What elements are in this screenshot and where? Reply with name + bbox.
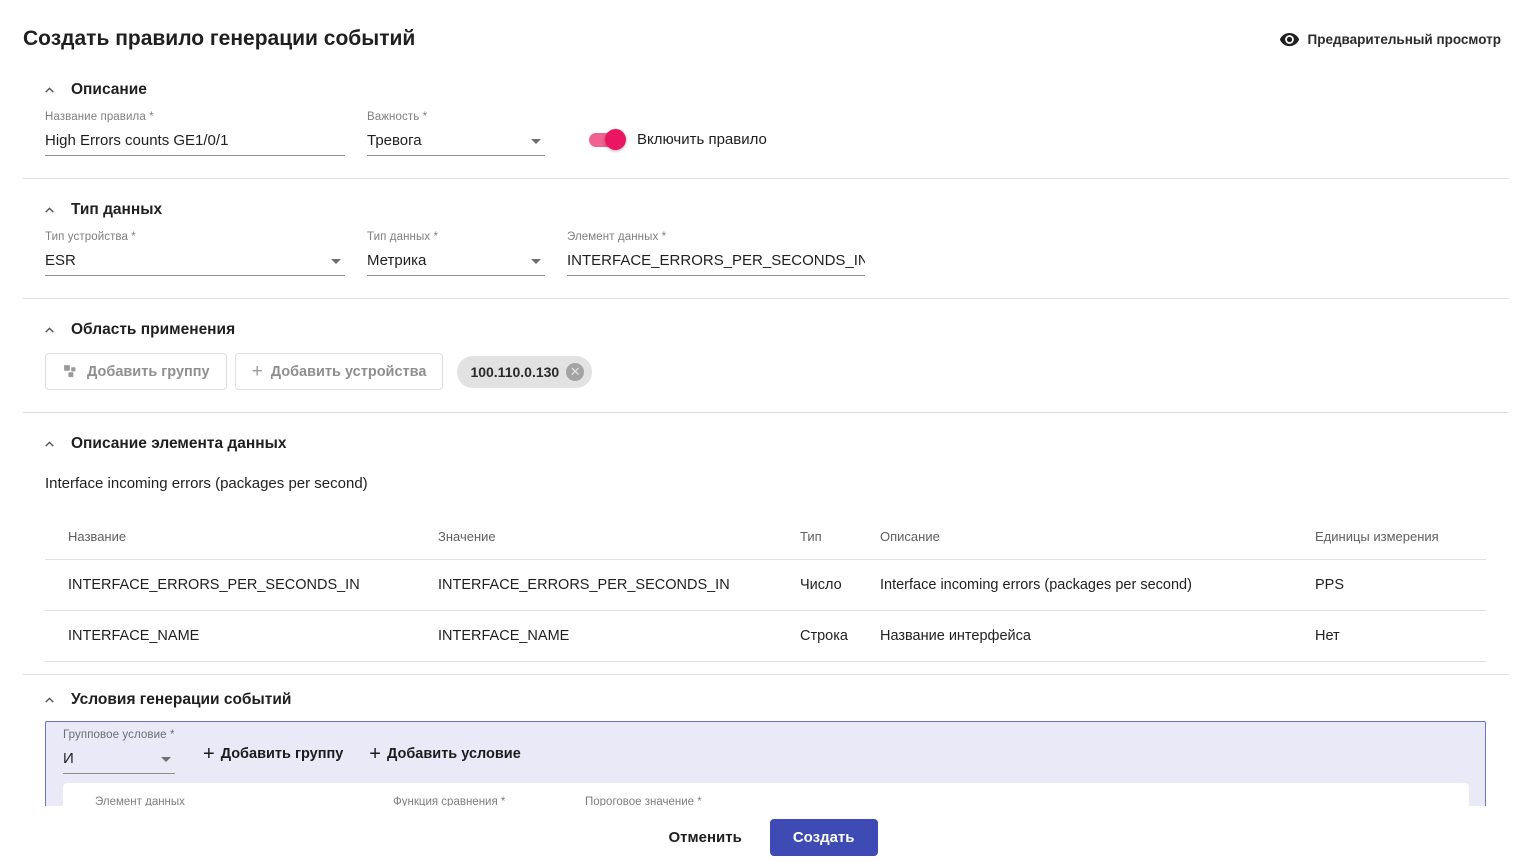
divider (23, 412, 1509, 413)
section-description-header: Описание (41, 81, 1509, 99)
table-header-row: Название Значение Тип Описание Единицы и… (45, 514, 1486, 560)
rule-name-label: Название правила * (45, 111, 345, 123)
col-header-type: Тип (777, 514, 857, 560)
data-element-field[interactable]: Элемент данных * INTERFACE_ERRORS_PER_SE… (567, 231, 865, 276)
table-row: INTERFACE_ERRORS_PER_SECONDS_IN INTERFAC… (45, 560, 1486, 611)
device-type-value[interactable]: ESR (45, 247, 345, 276)
chevron-up-icon[interactable] (41, 692, 57, 708)
device-chip: 100.110.0.130 ✕ (457, 356, 592, 388)
conditions-toolbar: Групповое условие * И + Добавить группу … (63, 729, 1469, 774)
chevron-up-icon[interactable] (41, 82, 57, 98)
col-header-description: Описание (857, 514, 1292, 560)
cancel-button[interactable]: Отменить (655, 820, 756, 855)
cell-description: Interface incoming errors (packages per … (857, 560, 1292, 611)
dropdown-arrow-icon (531, 259, 541, 264)
col-header-units: Единицы измерения (1292, 514, 1486, 560)
add-devices-button[interactable]: + Добавить устройства (235, 353, 444, 390)
severity-label: Важность * (367, 111, 545, 123)
cell-value: INTERFACE_ERRORS_PER_SECONDS_IN (415, 560, 777, 611)
data-element-label: Элемент данных * (567, 231, 865, 243)
eye-icon (1279, 29, 1300, 50)
toggle-track[interactable] (589, 133, 623, 147)
add-condition-group-label: Добавить группу (221, 746, 344, 762)
section-scope-header: Область применения (41, 321, 1509, 339)
cell-name: INTERFACE_ERRORS_PER_SECONDS_IN (45, 560, 415, 611)
element-meta-table: Название Значение Тип Описание Единицы и… (45, 514, 1486, 662)
add-group-label: Добавить группу (87, 364, 210, 380)
section-data-type-header: Тип данных (41, 201, 1509, 219)
create-rule-page: Создать правило генерации событий Предва… (0, 0, 1532, 868)
add-group-button[interactable]: Добавить группу (45, 353, 227, 390)
data-element-value[interactable]: INTERFACE_ERRORS_PER_SECONDS_IN (567, 247, 865, 276)
create-button[interactable]: Создать (770, 819, 878, 856)
chevron-up-icon[interactable] (41, 322, 57, 338)
divider (23, 674, 1509, 675)
plus-icon: + (252, 362, 263, 381)
data-kind-label: Тип данных * (367, 231, 545, 243)
col-header-name: Название (45, 514, 415, 560)
cell-value: INTERFACE_NAME (415, 611, 777, 662)
group-condition-label: Групповое условие * (63, 729, 175, 741)
element-description-text: Interface incoming errors (packages per … (45, 475, 1509, 492)
add-condition-group-button[interactable]: + Добавить группу (199, 744, 347, 774)
description-fields: Название правила * High Errors counts GE… (45, 111, 1509, 156)
group-condition-select[interactable]: Групповое условие * И (63, 729, 175, 774)
add-condition-button[interactable]: + Добавить условие (365, 744, 524, 774)
dropdown-arrow-icon (161, 757, 171, 762)
cell-description: Название интерфейса (857, 611, 1292, 662)
plus-icon: + (203, 744, 215, 764)
divider (23, 178, 1509, 179)
chevron-up-icon[interactable] (41, 436, 57, 452)
section-element-desc-header: Описание элемента данных (41, 435, 1509, 453)
chevron-up-icon[interactable] (41, 202, 57, 218)
add-condition-label: Добавить условие (387, 746, 521, 762)
add-devices-label: Добавить устройства (271, 364, 427, 380)
divider (23, 298, 1509, 299)
device-type-label: Тип устройства * (45, 231, 345, 243)
device-chip-label: 100.110.0.130 (470, 364, 559, 380)
cell-type: Число (777, 560, 857, 611)
cell-name: INTERFACE_NAME (45, 611, 415, 662)
rule-name-field[interactable]: Название правила * High Errors counts GE… (45, 111, 345, 156)
severity-select[interactable]: Важность * Тревога (367, 111, 545, 156)
cell-units: Нет (1292, 611, 1486, 662)
rule-name-value[interactable]: High Errors counts GE1/0/1 (45, 127, 345, 156)
data-type-fields: Тип устройства * ESR Тип данных * Метрик… (45, 231, 1509, 276)
device-type-select[interactable]: Тип устройства * ESR (45, 231, 345, 276)
section-data-type-title: Тип данных (71, 201, 162, 219)
preview-label: Предварительный просмотр (1308, 32, 1501, 47)
toggle-thumb[interactable] (605, 129, 626, 150)
dropdown-arrow-icon (531, 139, 541, 144)
footer-actions: Отменить Создать (0, 806, 1532, 868)
header: Создать правило генерации событий Предва… (23, 0, 1509, 51)
enable-rule-label: Включить правило (637, 131, 767, 148)
cell-units: PPS (1292, 560, 1486, 611)
page-title: Создать правило генерации событий (23, 27, 415, 51)
dropdown-arrow-icon (331, 259, 341, 264)
table-row: INTERFACE_NAME INTERFACE_NAME Строка Наз… (45, 611, 1486, 662)
data-kind-value[interactable]: Метрика (367, 247, 545, 276)
chip-remove-icon[interactable]: ✕ (566, 363, 584, 381)
enable-rule-toggle[interactable]: Включить правило (589, 131, 767, 148)
preview-button[interactable]: Предварительный просмотр (1279, 29, 1509, 50)
severity-value[interactable]: Тревога (367, 127, 545, 156)
section-conditions-header: Условия генерации событий (41, 691, 1509, 709)
section-element-desc-title: Описание элемента данных (71, 435, 286, 453)
group-tree-icon (62, 363, 79, 380)
plus-icon: + (369, 744, 381, 764)
section-conditions-title: Условия генерации событий (71, 691, 291, 709)
group-condition-value[interactable]: И (63, 745, 175, 774)
scope-row: Добавить группу + Добавить устройства 10… (45, 353, 1509, 390)
col-header-value: Значение (415, 514, 777, 560)
data-kind-select[interactable]: Тип данных * Метрика (367, 231, 545, 276)
cell-type: Строка (777, 611, 857, 662)
section-scope-title: Область применения (71, 321, 235, 339)
section-description-title: Описание (71, 81, 147, 99)
